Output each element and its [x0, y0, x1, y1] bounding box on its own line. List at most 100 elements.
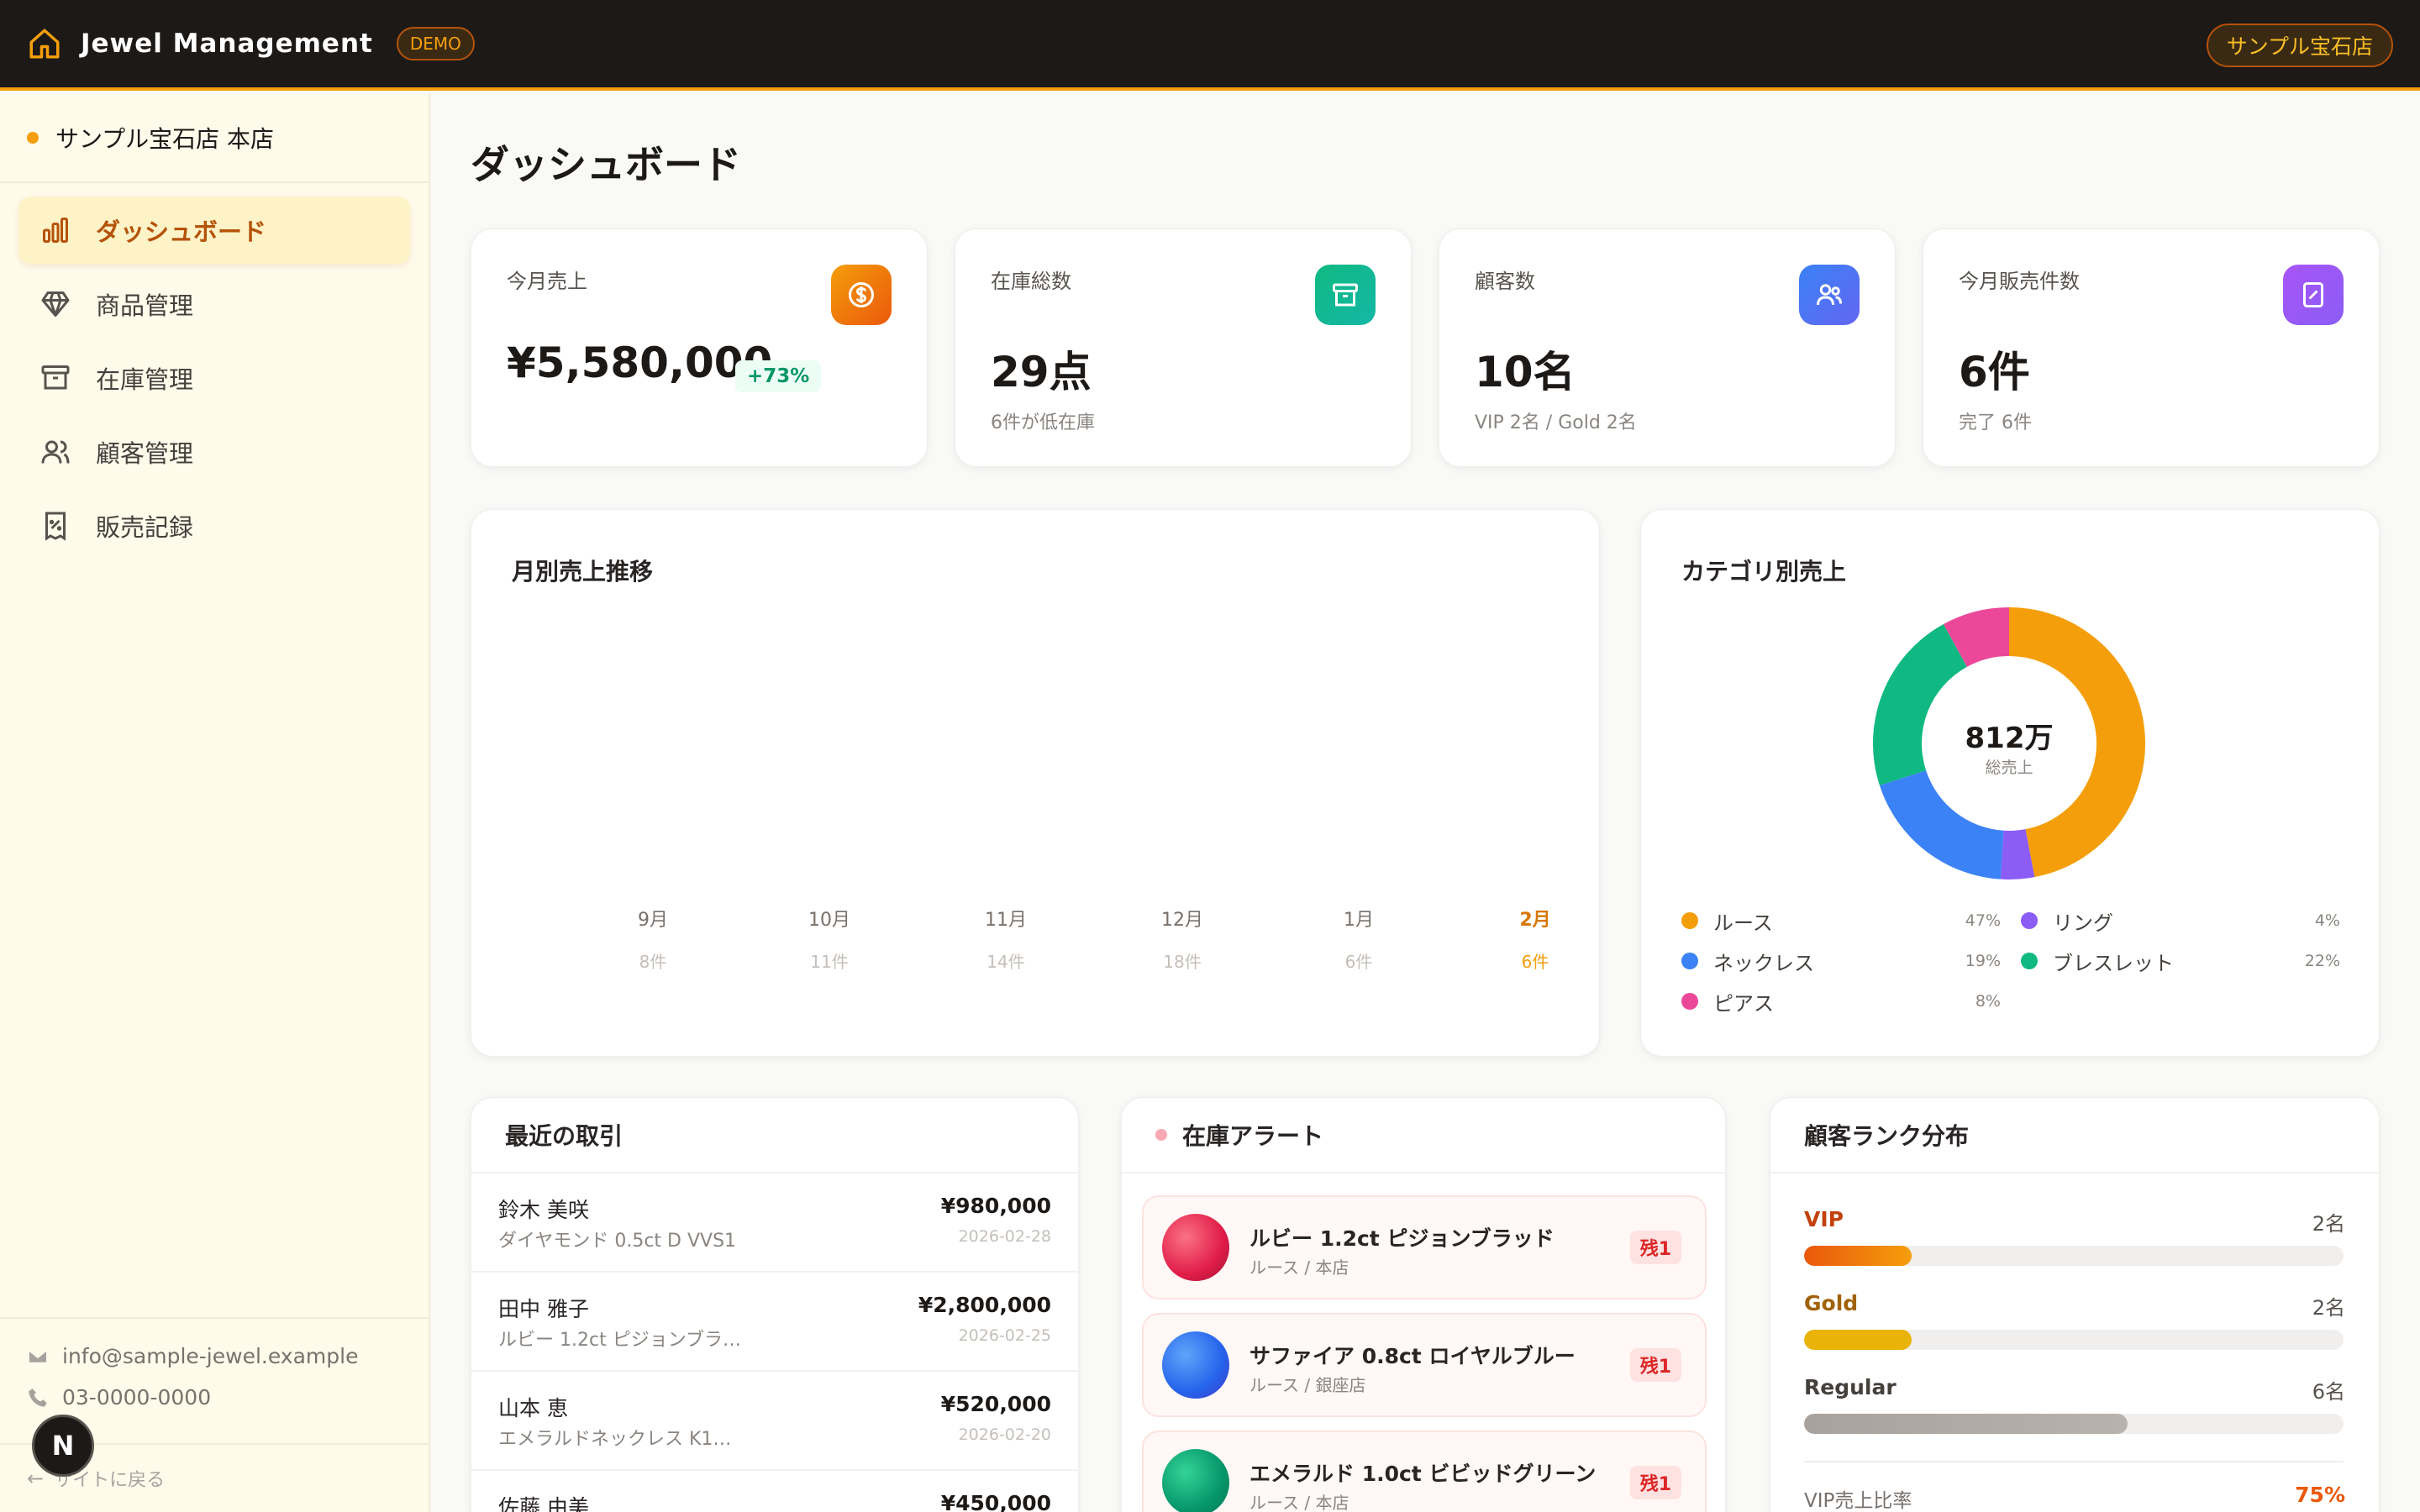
sidebar-item-label: ダッシュボード — [96, 218, 267, 246]
kpi-value: 29点 — [991, 348, 1092, 396]
month-label: 11月 — [985, 910, 1027, 931]
stock-alert-card: 在庫アラート ルビー 1.2ct ピジョンブラッド ルース / 本店 残1 サフ… — [1121, 1097, 1726, 1512]
rank-label: Regular — [1804, 1375, 1897, 1399]
kpi-subtext: VIP 2名 / Gold 2名 — [1475, 412, 1637, 433]
stock-badge: 残1 — [1629, 1466, 1681, 1499]
amount: ¥450,000 — [940, 1491, 1051, 1512]
rank-count: 6名 — [2312, 1380, 2345, 1404]
month-count: 6件 — [1344, 952, 1373, 972]
users-icon — [1799, 265, 1860, 325]
legend-label: ブレスレット — [2053, 951, 2174, 975]
item-name: ダイヤモンド 0.5ct D VVS1 — [498, 1231, 737, 1252]
legend-dot — [1681, 953, 1698, 969]
donut-total-label: 総売上 — [1985, 759, 2033, 777]
vip-ratio-value: 75% — [2295, 1483, 2345, 1507]
legend-percent: 19% — [1965, 952, 2001, 970]
sidebar-item-label: 在庫管理 — [96, 365, 194, 394]
transaction-row[interactable]: 山本 恵 エメラルドネックレス K1… ¥520,000 2026-02-20 — [471, 1372, 1078, 1471]
month-column: 1月 6件 — [1300, 905, 1418, 973]
vip-ratio-label: VIP売上比率 — [1804, 1490, 1912, 1512]
sidebar-item-label: 販売記録 — [96, 513, 194, 542]
alert-item[interactable]: サファイア 0.8ct ロイヤルブルー ルース / 銀座店 残1 — [1142, 1313, 1707, 1417]
legend-item: リング 4% — [2021, 906, 2340, 935]
home-icon[interactable] — [27, 26, 62, 61]
card-header: 最近の取引 — [471, 1098, 1078, 1173]
app-title[interactable]: Jewel Management — [81, 29, 373, 59]
sidebar-item-sales[interactable]: 販売記録 — [18, 492, 410, 559]
transaction-row[interactable]: 鈴木 美咲 ダイヤモンド 0.5ct D VVS1 ¥980,000 2026-… — [471, 1173, 1078, 1273]
section-title: 最近の取引 — [505, 1122, 623, 1150]
sidebar-item-products[interactable]: 商品管理 — [18, 270, 410, 338]
sidebar-item-customers[interactable]: 顧客管理 — [18, 418, 410, 486]
alert-item[interactable]: エメラルド 1.0ct ビビッドグリーン ルース / 本店 残1 — [1142, 1431, 1707, 1512]
item-name: エメラルドネックレス K1… — [498, 1429, 732, 1450]
card-header: 在庫アラート — [1122, 1098, 1725, 1173]
month-label: 10月 — [808, 910, 850, 931]
section-title: カテゴリ別売上 — [1681, 558, 1847, 585]
kpi-card-sales-count: 今月販売件数 6件 完了 6件 — [1923, 228, 2380, 467]
card-header: 顧客ランク分布 — [1770, 1098, 2379, 1173]
category-sales-card: カテゴリ別売上 812万 総売上 ルース 47% リング 4% ネックレス 19… — [1640, 509, 2380, 1057]
transaction-row[interactable]: 佐藤 由美 ¥450,000 — [471, 1471, 1078, 1512]
rank-count: 2名 — [2312, 1296, 2345, 1320]
month-label: 2月 — [1519, 910, 1551, 931]
month-column: 9月 8件 — [594, 905, 712, 973]
alert-item[interactable]: ルビー 1.2ct ピジョンブラッド ルース / 本店 残1 — [1142, 1195, 1707, 1299]
customer-name: 佐藤 由美 — [498, 1495, 589, 1512]
sidebar: サンプル宝石店 本店 ダッシュボード 商品管理 在庫管理 顧客管理 販売記録 i… — [0, 94, 430, 1512]
legend-label: ルース — [1713, 911, 1773, 935]
email-text: info@sample-jewel.example — [62, 1344, 359, 1368]
date: 2026-02-20 — [958, 1425, 1051, 1444]
rank-bar — [1804, 1414, 2344, 1434]
alert-product-name: エメラルド 1.0ct ビビッドグリーン — [1249, 1462, 1597, 1486]
legend-dot — [1681, 912, 1698, 929]
rank-bar-fill — [1804, 1246, 1912, 1266]
month-column: 12月 18件 — [1123, 905, 1241, 973]
rank-label: VIP — [1804, 1207, 1844, 1231]
customer-name: 鈴木 美咲 — [498, 1198, 589, 1222]
rank-bar-fill — [1804, 1414, 2128, 1434]
section-title: 顧客ランク分布 — [1804, 1122, 1970, 1150]
donut-chart: 812万 総売上 — [1873, 607, 2145, 879]
receipt-icon — [2283, 265, 2344, 325]
archive-box-icon — [41, 365, 70, 390]
store-button[interactable]: サンプル宝石店 — [2206, 24, 2393, 67]
rank-label: Gold — [1804, 1291, 1859, 1315]
transaction-row[interactable]: 田中 雅子 ルビー 1.2ct ピジョンブラ… ¥2,800,000 2026-… — [471, 1273, 1078, 1372]
month-column: 11月 14件 — [947, 905, 1065, 973]
customer-name: 山本 恵 — [498, 1396, 568, 1420]
month-count: 14件 — [986, 952, 1025, 972]
rank-bar — [1804, 1246, 2344, 1266]
legend-dot — [1681, 993, 1698, 1010]
donut-total: 812万 — [1965, 722, 2054, 755]
recent-transactions-card: 最近の取引 鈴木 美咲 ダイヤモンド 0.5ct D VVS1 ¥980,000… — [471, 1097, 1079, 1512]
legend-percent: 8% — [1975, 992, 2001, 1011]
sidebar-item-inventory[interactable]: 在庫管理 — [18, 344, 410, 412]
date: 2026-02-28 — [958, 1227, 1051, 1246]
date: 2026-02-25 — [958, 1326, 1051, 1345]
store-name: サンプル宝石店 本店 — [55, 125, 275, 153]
dev-tools-badge[interactable]: N — [32, 1415, 94, 1477]
month-count: 11件 — [810, 952, 849, 972]
monthly-sales-card: 月別売上推移 9月 8件 10月 11件 11月 14件 12月 18件 1月 … — [471, 509, 1600, 1057]
sidebar-nav: ダッシュボード 商品管理 在庫管理 顧客管理 販売記録 — [0, 183, 429, 580]
kpi-subtext: 6件が低在庫 — [991, 412, 1095, 433]
receipt-icon — [45, 512, 66, 541]
legend-percent: 47% — [1965, 911, 2001, 930]
sidebar-item-dashboard[interactable]: ダッシュボード — [18, 197, 410, 264]
donut-slice-ネックレス[interactable] — [1879, 770, 2004, 879]
diamond-icon — [41, 291, 70, 317]
kpi-value: 10名 — [1475, 348, 1576, 396]
kpi-value: ¥5,580,000 — [507, 339, 773, 387]
users-icon — [41, 440, 70, 464]
legend-dot — [2021, 912, 2038, 929]
month-count: 8件 — [639, 952, 667, 972]
phone-icon — [29, 1388, 47, 1407]
phone-contact[interactable]: 03-0000-0000 — [27, 1385, 402, 1410]
emerald-gem-icon — [1162, 1449, 1229, 1512]
email-contact[interactable]: info@sample-jewel.example — [27, 1344, 402, 1368]
alert-product-name: ルビー 1.2ct ピジョンブラッド — [1249, 1226, 1555, 1251]
amount: ¥980,000 — [940, 1194, 1051, 1218]
legend-item: ピアス 8% — [1681, 987, 2001, 1016]
status-dot — [27, 132, 39, 144]
